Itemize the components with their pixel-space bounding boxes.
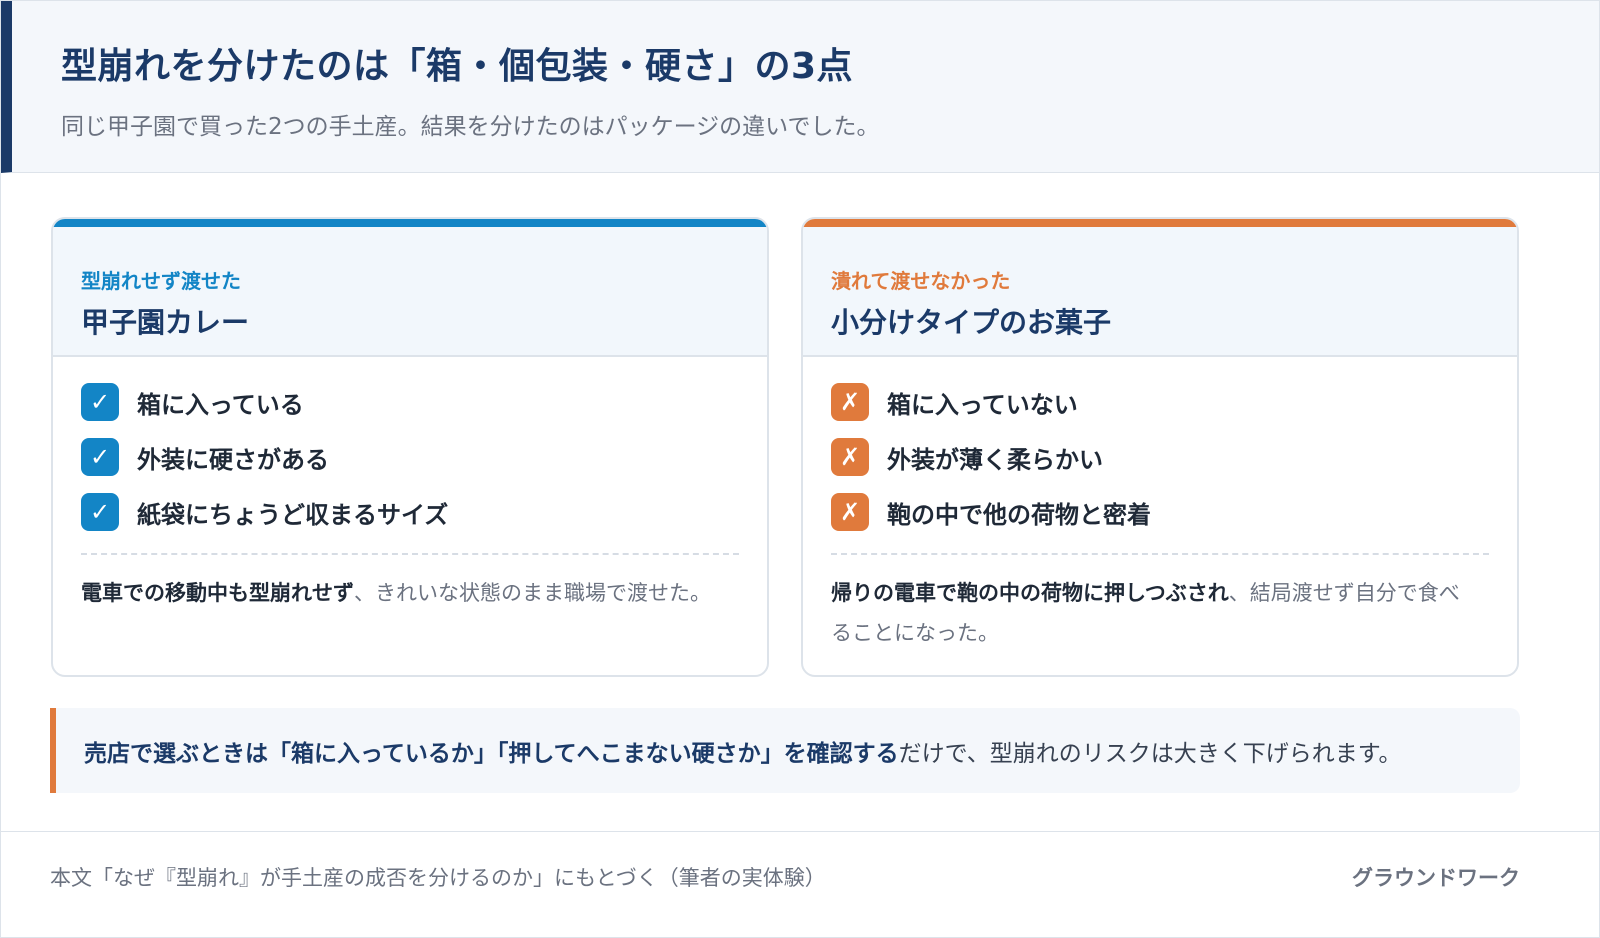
callout-strong: 売店で選ぶときは「箱に入っているか」「押してへこまない硬さか」を確認する [84,741,899,767]
panel-accent-bar [53,219,767,227]
list-item: ✓ 外装に硬さがある [81,438,448,476]
check-icon: ✓ [81,383,119,421]
panel-accent-bar [803,219,1517,227]
callout-rest: だけで、型崩れのリスクは大きく下げられます。 [898,741,1402,767]
infographic-card: 型崩れを分けたのは「箱・個包装・硬さ」の3点 同じ甲子園で買った2つの手土産。結… [0,0,1600,938]
panel-title: 小分けタイプのお菓子 [831,306,1112,339]
panel-note-rest: 、きれいな状態のまま職場で渡せた。 [354,581,711,605]
panel-note: 帰りの電車で鞄の中の荷物に押しつぶされ、結局渡せず自分で食べることになった。 [831,573,1471,653]
summary-callout: 売店で選ぶときは「箱に入っているか」「押してへこまない硬さか」を確認するだけで、… [50,708,1520,793]
cross-icon: ✗ [831,493,869,531]
source-note: 本文「なぜ『型崩れ』が手土産の成否を分けるのか」にもとづく（筆者の実体験） [50,866,826,890]
list-item: ✗ 外装が薄く柔らかい [831,438,1151,476]
list-item-label: 紙袋にちょうど収まるサイズ [137,500,449,529]
list-item: ✓ 箱に入っている [81,383,448,421]
callout-text: 売店で選ぶときは「箱に入っているか」「押してへこまない硬さか」を確認するだけで、… [84,734,1401,768]
list-item: ✓ 紙袋にちょうど収まるサイズ [81,493,448,531]
panel-note-strong: 電車での移動中も型崩れせず [81,581,354,605]
panel-note-strong: 帰りの電車で鞄の中の荷物に押しつぶされ [831,581,1229,605]
page-title: 型崩れを分けたのは「箱・個包装・硬さ」の3点 [61,46,854,87]
panel-title: 甲子園カレー [81,306,250,339]
cross-icon: ✗ [831,438,869,476]
list-item-label: 箱に入っている [137,390,304,419]
feature-list: ✗ 箱に入っていない ✗ 外装が薄く柔らかい ✗ 鞄の中で他の荷物と密着 [831,383,1151,548]
list-item-label: 鞄の中で他の荷物と密着 [887,500,1151,529]
panel-header: 潰れて渡せなかった 小分けタイプのお菓子 [803,227,1517,357]
panel-success: 型崩れせず渡せた 甲子園カレー ✓ 箱に入っている ✓ 外装に硬さがある ✓ 紙… [51,217,769,677]
divider [831,553,1489,555]
panel-kicker: 潰れて渡せなかった [831,269,1011,293]
panel-header: 型崩れせず渡せた 甲子園カレー [53,227,767,357]
list-item-label: 外装に硬さがある [137,445,329,474]
check-icon: ✓ [81,438,119,476]
cross-icon: ✗ [831,383,869,421]
list-item: ✗ 鞄の中で他の荷物と密着 [831,493,1151,531]
feature-list: ✓ 箱に入っている ✓ 外装に硬さがある ✓ 紙袋にちょうど収まるサイズ [81,383,448,548]
footer: 本文「なぜ『型崩れ』が手土産の成否を分けるのか」にもとづく（筆者の実体験） グラ… [1,831,1599,937]
list-item-label: 外装が薄く柔らかい [887,445,1103,474]
list-item: ✗ 箱に入っていない [831,383,1151,421]
panel-kicker: 型崩れせず渡せた [81,269,241,293]
header: 型崩れを分けたのは「箱・個包装・硬さ」の3点 同じ甲子園で買った2つの手土産。結… [1,1,1599,173]
list-item-label: 箱に入っていない [887,390,1078,419]
panel-failure: 潰れて渡せなかった 小分けタイプのお菓子 ✗ 箱に入っていない ✗ 外装が薄く柔… [801,217,1519,677]
brand-name: グラウンドワーク [1352,866,1520,890]
divider [81,553,739,555]
panel-note: 電車での移動中も型崩れせず、きれいな状態のまま職場で渡せた。 [81,573,721,613]
check-icon: ✓ [81,493,119,531]
page-subtitle: 同じ甲子園で買った2つの手土産。結果を分けたのはパッケージの違いでした。 [61,114,880,140]
